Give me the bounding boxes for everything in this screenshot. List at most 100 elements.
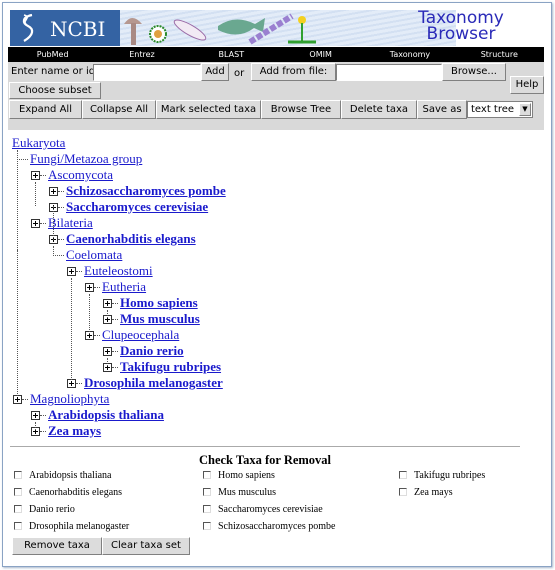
tree-node[interactable]: Homo sapiens	[120, 296, 198, 310]
checkbox-label: Danio rerio	[29, 504, 75, 515]
tree-node[interactable]: Eukaryota	[12, 136, 65, 150]
tree-node[interactable]: Bilateria	[48, 216, 93, 230]
nav-omim[interactable]: OMIM	[276, 47, 365, 62]
tree-node[interactable]: Euteleostomi	[84, 264, 153, 278]
expand-plus-icon[interactable]	[31, 171, 40, 180]
checkbox[interactable]	[203, 488, 211, 496]
nav-pubmed[interactable]: PubMed	[8, 47, 97, 62]
expand-plus-icon[interactable]	[85, 283, 94, 292]
removal-checkbox-item[interactable]: Caenorhabditis elegans	[14, 487, 122, 498]
nav-blast[interactable]: BLAST	[187, 47, 276, 62]
nav-taxonomy[interactable]: Taxonomy	[365, 47, 454, 62]
page-title: Taxonomy Browser	[418, 8, 504, 44]
name-or-id-input[interactable]	[93, 64, 201, 81]
section-divider	[10, 446, 520, 447]
checkbox-label: Zea mays	[414, 487, 453, 498]
removal-checkbox-item[interactable]: Saccharomyces cerevisiae	[203, 504, 323, 515]
tree-node[interactable]: Ascomycota	[48, 168, 113, 182]
nav-entrez[interactable]: Entrez	[97, 47, 186, 62]
expand-plus-icon[interactable]	[103, 363, 112, 372]
removal-checkbox-item[interactable]: Drosophila melanogaster	[14, 521, 129, 532]
removal-checkbox-item[interactable]: Takifugu rubripes	[399, 470, 485, 481]
save-as-button[interactable]: Save as	[417, 100, 467, 119]
checkbox[interactable]	[14, 488, 22, 496]
checkbox-label: Homo sapiens	[218, 470, 275, 481]
checkbox-label: Takifugu rubripes	[414, 470, 486, 481]
delete-taxa-button[interactable]: Delete taxa	[341, 100, 417, 119]
dna-helix-icon	[22, 13, 34, 42]
checkbox[interactable]	[203, 522, 211, 530]
tree-node[interactable]: Mus musculus	[120, 312, 200, 326]
collapse-all-button[interactable]: Collapse All	[82, 100, 156, 119]
removal-checkbox-item[interactable]: Schizosaccharomyces pombe	[203, 521, 335, 532]
tree-node[interactable]: Danio rerio	[120, 344, 184, 358]
expand-plus-icon[interactable]	[49, 203, 58, 212]
checkbox-label: Schizosaccharomyces pombe	[218, 521, 336, 532]
checkbox[interactable]	[203, 505, 211, 513]
removal-checkbox-item[interactable]: Mus musculus	[203, 487, 276, 498]
expand-plus-icon[interactable]	[67, 379, 76, 388]
tree-node[interactable]: Saccharomyces cerevisiae	[66, 200, 208, 214]
help-button[interactable]: Help	[510, 76, 544, 94]
tree-node[interactable]: Magnoliophyta	[30, 392, 109, 406]
expand-plus-icon[interactable]	[67, 267, 76, 276]
remove-taxa-button[interactable]: Remove taxa	[12, 537, 102, 555]
checkbox[interactable]	[399, 471, 407, 479]
tree-node[interactable]: Arabidopsis thaliana	[48, 408, 164, 422]
expand-plus-icon[interactable]	[85, 331, 94, 340]
clear-taxa-set-button[interactable]: Clear taxa set	[102, 537, 190, 555]
tree-node[interactable]: Takifugu rubripes	[120, 360, 221, 374]
add-from-file-button[interactable]: Add from file:	[251, 63, 336, 81]
removal-checkbox-item[interactable]: Danio rerio	[14, 504, 75, 515]
save-format-select[interactable]: text tree ▼	[467, 101, 533, 118]
checkbox[interactable]	[203, 471, 211, 479]
checkbox-label: Caenorhabditis elegans	[29, 487, 123, 498]
expand-plus-icon[interactable]	[103, 299, 112, 308]
chevron-down-icon[interactable]: ▼	[519, 103, 531, 116]
tree-node[interactable]: Zea mays	[48, 424, 101, 438]
checkbox[interactable]	[14, 505, 22, 513]
checkbox-label: Arabidopsis thaliana	[29, 470, 112, 481]
removal-section-title: Check Taxa for Removal	[198, 453, 332, 467]
expand-plus-icon[interactable]	[31, 219, 40, 228]
checkbox[interactable]	[399, 488, 407, 496]
choose-subset-button[interactable]: Choose subset	[9, 82, 101, 99]
virus-icon	[149, 25, 167, 43]
expand-plus-icon[interactable]	[103, 315, 112, 324]
mark-selected-taxa-button[interactable]: Mark selected taxa	[156, 100, 261, 119]
ncbi-logo-text: NCBI	[50, 17, 106, 41]
expand-plus-icon[interactable]	[49, 235, 58, 244]
add-button[interactable]: Add	[201, 63, 229, 81]
tree-node[interactable]: Schizosaccharomyces pombe	[66, 184, 226, 198]
tree-node[interactable]: Clupeocephala	[102, 328, 179, 342]
tree-node[interactable]: Eutheria	[102, 280, 146, 294]
tree-node[interactable]: Coelomata	[66, 248, 122, 262]
tree-node[interactable]: Caenorhabditis elegans	[66, 232, 196, 246]
expand-plus-icon[interactable]	[31, 427, 40, 436]
removal-checkbox-item[interactable]: Arabidopsis thaliana	[14, 470, 111, 481]
checkbox[interactable]	[14, 471, 22, 479]
file-path-input[interactable]	[336, 64, 442, 81]
browse-button[interactable]: Browse...	[442, 63, 506, 81]
checkbox-label: Saccharomyces cerevisiae	[218, 504, 323, 515]
or-label: or	[234, 68, 245, 79]
banner: NCBI Taxonomy Browser	[8, 10, 544, 47]
expand-all-button[interactable]: Expand All	[9, 100, 82, 119]
checkbox[interactable]	[14, 522, 22, 530]
paramecium-icon	[173, 19, 207, 41]
tree-node[interactable]: Drosophila melanogaster	[84, 376, 223, 390]
ncbi-logo[interactable]: NCBI	[10, 10, 120, 46]
expand-plus-icon[interactable]	[31, 411, 40, 420]
banner-artwork: Taxonomy Browser	[120, 10, 504, 46]
expand-plus-icon[interactable]	[103, 347, 112, 356]
expand-plus-icon[interactable]	[49, 187, 58, 196]
tree-node[interactable]: Fungi/Metazoa group	[30, 152, 142, 166]
removal-checkbox-item[interactable]: Zea mays	[399, 487, 453, 498]
fish-icon	[218, 18, 265, 35]
expand-plus-icon[interactable]	[13, 395, 22, 404]
nav-structure[interactable]: Structure	[455, 47, 544, 62]
browse-tree-button[interactable]: Browse Tree	[261, 100, 341, 119]
removal-checkbox-item[interactable]: Homo sapiens	[203, 470, 275, 481]
checkbox-label: Drosophila melanogaster	[29, 521, 130, 532]
checkbox-label: Mus musculus	[218, 487, 277, 498]
